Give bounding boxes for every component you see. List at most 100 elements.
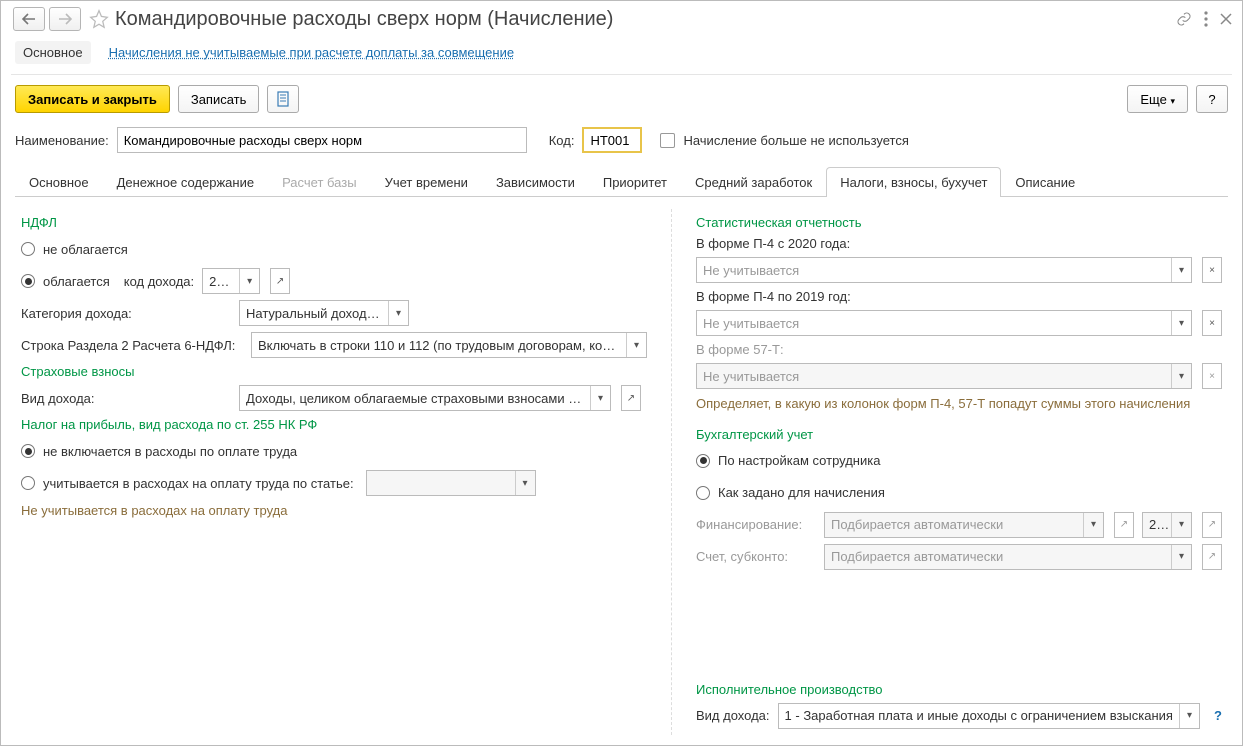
stats-hint: Определяет, в какую из колонок форм П-4,… (696, 395, 1222, 413)
tab-priority[interactable]: Приоритет (589, 167, 681, 197)
print-button[interactable] (267, 85, 299, 113)
insurance-title: Страховые взносы (21, 364, 647, 379)
ndfl-taxed-radio[interactable] (21, 274, 35, 288)
enf-help-icon[interactable]: ? (1214, 708, 1222, 723)
unused-label: Начисление больше не используется (683, 133, 908, 148)
p4-2020-dropdown-icon[interactable]: ▾ (1171, 258, 1191, 282)
code-input[interactable] (582, 127, 642, 153)
forward-button[interactable] (49, 7, 81, 31)
profit-not-included-label: не включается в расходы по оплате труда (43, 444, 297, 459)
header-row: Наименование: Код: Начисление больше не … (1, 123, 1242, 163)
financing-dropdown-icon: ▾ (1083, 513, 1103, 537)
enf-kind-label: Вид дохода: (696, 708, 770, 723)
right-column: Статистическая отчетность В форме П-4 с … (671, 209, 1222, 735)
tab-taxes[interactable]: Налоги, взносы, бухучет (826, 167, 1001, 197)
tab-body: НДФЛ не облагается облагается код дохода… (1, 197, 1242, 747)
account-label: Счет, субконто: (696, 549, 816, 564)
acc-as-set-radio[interactable] (696, 486, 710, 500)
row6-dropdown-icon[interactable]: ▾ (626, 333, 646, 357)
financing-label: Финансирование: (696, 517, 816, 532)
profit-not-included-radio[interactable] (21, 444, 35, 458)
income-code-open-icon[interactable]: ↗ (270, 268, 290, 294)
income-code-dropdown-icon[interactable]: ▾ (239, 269, 259, 293)
tab-desc[interactable]: Описание (1001, 167, 1089, 197)
stats-title: Статистическая отчетность (696, 215, 1222, 230)
insurance-kind-value[interactable]: Доходы, целиком облагаемые страховыми вз… (240, 391, 590, 406)
save-button[interactable]: Записать (178, 85, 260, 113)
enforcement-title: Исполнительное производство (696, 682, 1222, 697)
profit-by-article-label: учитывается в расходах на оплату труда п… (43, 476, 354, 491)
category-dropdown-icon[interactable]: ▾ (388, 301, 408, 325)
profit-by-article-radio[interactable] (21, 476, 35, 490)
p4-2019-dropdown-icon[interactable]: ▾ (1171, 311, 1191, 335)
code211-open-icon: ↗ (1202, 512, 1222, 538)
row6-label: Строка Раздела 2 Расчета 6-НДФЛ: (21, 338, 243, 353)
tab-deps[interactable]: Зависимости (482, 167, 589, 197)
income-code-label: код дохода: (124, 274, 194, 289)
subnav-link-accruals[interactable]: Начисления не учитываемые при расчете до… (109, 45, 515, 60)
ndfl-taxed-label: облагается (43, 274, 110, 289)
subnav-main[interactable]: Основное (15, 41, 91, 64)
f57t-dropdown-icon: ▾ (1171, 364, 1191, 388)
tab-money[interactable]: Денежное содержание (103, 167, 268, 197)
code-label: Код: (549, 133, 575, 148)
ndfl-not-taxed-radio[interactable] (21, 242, 35, 256)
account-open-icon: ↗ (1202, 544, 1222, 570)
p4-2020-clear-icon[interactable]: × (1202, 257, 1222, 283)
ndfl-title: НДФЛ (21, 215, 647, 230)
profit-tax-title: Налог на прибыль, вид расхода по ст. 255… (21, 417, 647, 432)
profit-note: Не учитывается в расходах на оплату труд… (21, 502, 647, 520)
insurance-kind-label: Вид дохода: (21, 391, 231, 406)
titlebar: Командировочные расходы сверх норм (Начи… (1, 1, 1242, 37)
code211-value: 211 (1143, 517, 1171, 532)
tab-osnovnoe[interactable]: Основное (15, 167, 103, 197)
left-column: НДФЛ не облагается облагается код дохода… (21, 209, 647, 735)
accounting-title: Бухгалтерский учет (696, 427, 1222, 442)
f57t-clear-icon: × (1202, 363, 1222, 389)
category-value[interactable]: Натуральный доход (основная налоговая ба… (240, 306, 388, 321)
page-title: Командировочные расходы сверх норм (Начи… (115, 8, 1176, 31)
p4-2020-value[interactable]: Не учитывается (697, 263, 1171, 278)
acc-as-set-label: Как задано для начисления (718, 485, 885, 500)
row6-value[interactable]: Включать в строки 110 и 112 (по трудовым… (252, 338, 626, 353)
account-value: Подбирается автоматически (825, 549, 1171, 564)
code211-dropdown-icon: ▾ (1171, 513, 1191, 537)
p4-2019-value[interactable]: Не учитывается (697, 316, 1171, 331)
f57t-value: Не учитывается (697, 369, 1171, 384)
unused-checkbox[interactable] (660, 133, 675, 148)
f57t-label: В форме 57-Т: (696, 342, 1222, 357)
back-button[interactable] (13, 7, 45, 31)
favorite-icon[interactable] (89, 9, 109, 29)
profit-article-dropdown-icon: ▾ (515, 471, 535, 495)
more-button[interactable]: Еще ▾ (1127, 85, 1188, 113)
tab-calc-base: Расчет базы (268, 167, 371, 197)
tab-time[interactable]: Учет времени (371, 167, 482, 197)
name-input[interactable] (117, 127, 527, 153)
financing-open-icon: ↗ (1114, 512, 1134, 538)
save-and-close-button[interactable]: Записать и закрыть (15, 85, 170, 113)
toolbar: Записать и закрыть Записать Еще ▾ ? (1, 75, 1242, 123)
acc-by-employee-radio[interactable] (696, 454, 710, 468)
enf-kind-value[interactable]: 1 - Заработная плата и иные доходы с огр… (779, 708, 1180, 723)
enf-dropdown-icon[interactable]: ▾ (1179, 704, 1199, 728)
financing-value: Подбирается автоматически (825, 517, 1083, 532)
ndfl-not-taxed-label: не облагается (43, 242, 128, 257)
acc-by-employee-label: По настройкам сотрудника (718, 453, 880, 468)
tabs: Основное Денежное содержание Расчет базы… (15, 167, 1228, 197)
p4-2019-clear-icon[interactable]: × (1202, 310, 1222, 336)
link-icon[interactable] (1176, 11, 1192, 27)
category-label: Категория дохода: (21, 306, 231, 321)
insurance-open-icon[interactable]: ↗ (621, 385, 641, 411)
account-dropdown-icon: ▾ (1171, 545, 1191, 569)
p4-2020-label: В форме П-4 с 2020 года: (696, 236, 1222, 251)
income-code-value[interactable]: 2015 (203, 274, 239, 289)
subnav: Основное Начисления не учитываемые при р… (1, 37, 1242, 74)
window: Командировочные расходы сверх норм (Начи… (0, 0, 1243, 746)
p4-2019-label: В форме П-4 по 2019 год: (696, 289, 1222, 304)
kebab-menu-icon[interactable] (1204, 11, 1208, 27)
tab-avg[interactable]: Средний заработок (681, 167, 826, 197)
help-button[interactable]: ? (1196, 85, 1228, 113)
name-label: Наименование: (15, 133, 109, 148)
insurance-dropdown-icon[interactable]: ▾ (590, 386, 610, 410)
close-button[interactable] (1220, 13, 1232, 25)
